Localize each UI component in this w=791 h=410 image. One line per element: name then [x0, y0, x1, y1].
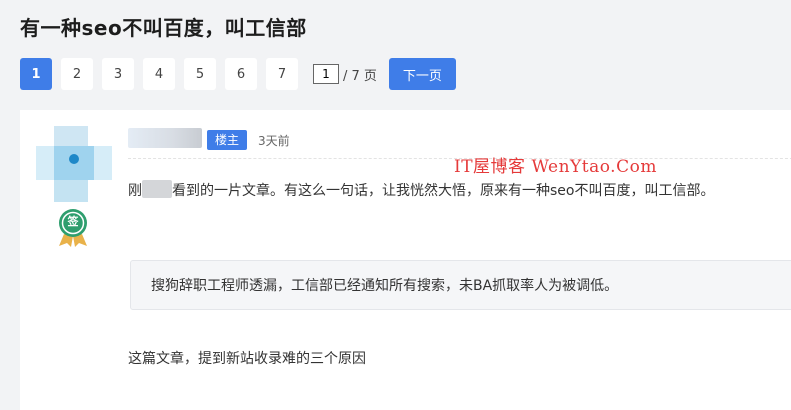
- page-button-4[interactable]: 4: [143, 58, 175, 90]
- post-card: 签 楼主 3天前 IT屋博客 WenYtao.Com 刚 看到的一片文章。有这么一…: [20, 110, 791, 410]
- page-button-1[interactable]: 1: [20, 58, 52, 90]
- quote-text: 搜狗辞职工程师透漏，工信部已经通知所有搜索，未BA抓取率人为被调低。: [151, 278, 619, 294]
- next-page-button[interactable]: 下一页: [388, 58, 456, 90]
- page-title: 有一种seo不叫百度，叫工信部: [20, 16, 307, 40]
- avatar[interactable]: [36, 126, 112, 202]
- username-blurred[interactable]: [128, 128, 202, 148]
- page-button-3[interactable]: 3: [102, 58, 134, 90]
- sign-badge-icon: 签: [56, 208, 90, 248]
- page-button-5[interactable]: 5: [184, 58, 216, 90]
- post-time: 3天前: [258, 134, 290, 148]
- paragraph-1-text: 看到的一片文章。有这么一句话，让我恍然大悟，原来有一种seo不叫百度，叫工信部。: [172, 183, 715, 199]
- page-jump-input[interactable]: [313, 64, 339, 84]
- owner-tag: 楼主: [207, 130, 248, 150]
- post-paragraph-2: 这篇文章，提到新站收录难的三个原因: [128, 351, 366, 367]
- pagination: 1 2 3 4 5 6 7 / 7 页 下一页: [20, 58, 456, 90]
- page-jump: / 7 页: [313, 64, 377, 84]
- paragraph-1-prefix: 刚: [128, 183, 142, 199]
- blurred-name: [142, 180, 172, 198]
- quote-block: 搜狗辞职工程师透漏，工信部已经通知所有搜索，未BA抓取率人为被调低。: [130, 260, 791, 310]
- page-button-7[interactable]: 7: [266, 58, 298, 90]
- page-button-6[interactable]: 6: [225, 58, 257, 90]
- sign-badge-label: 签: [67, 215, 79, 228]
- post-paragraph-1: 刚 看到的一片文章。有这么一句话，让我恍然大悟，原来有一种seo不叫百度，叫工信部…: [128, 180, 714, 200]
- watermark: IT屋博客 WenYtao.Com: [454, 157, 657, 177]
- page-total-label: / 7 页: [343, 68, 377, 84]
- page-button-2[interactable]: 2: [61, 58, 93, 90]
